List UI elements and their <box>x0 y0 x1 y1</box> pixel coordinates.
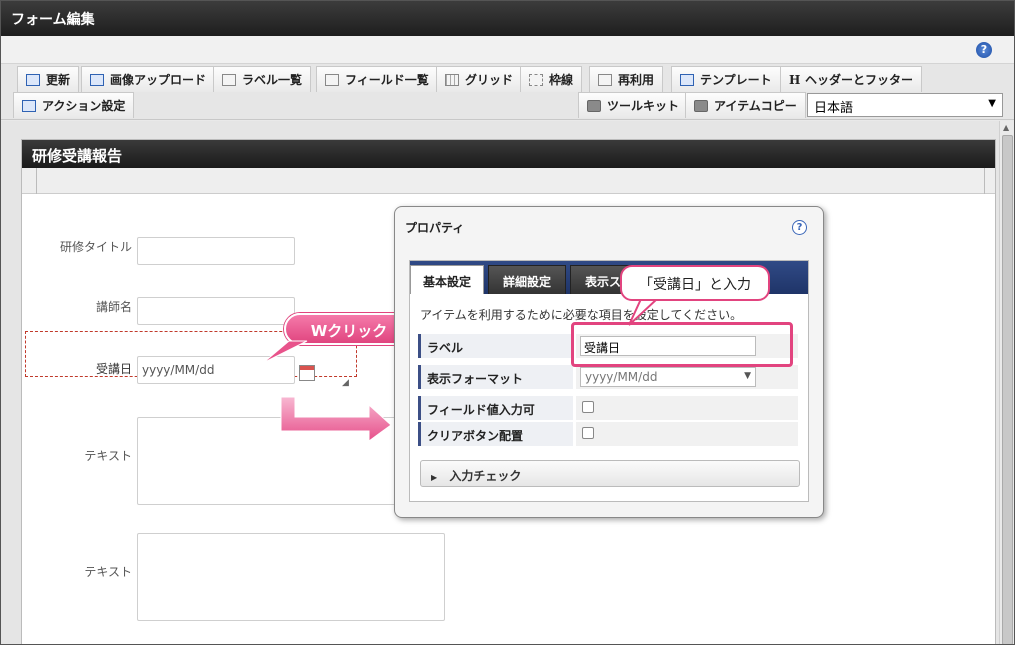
language-select[interactable]: 日本語 ▼ <box>807 93 1003 117</box>
field-list-icon <box>325 73 339 86</box>
toolkit-label: ツールキット <box>607 99 680 113</box>
format-row-value: yyyy/MM/dd ▼ <box>576 365 798 389</box>
chevron-right-icon: ▶ <box>431 473 438 482</box>
label-list-label: ラベル一覧 <box>242 73 303 87</box>
properties-description: アイテムを利用するために必要な項目を設定してください。 <box>420 308 743 322</box>
format-value: yyyy/MM/dd <box>585 370 658 384</box>
tab-advanced-settings[interactable]: 詳細設定 <box>488 265 566 294</box>
border-icon <box>529 73 543 86</box>
language-value: 日本語 <box>814 101 854 116</box>
form-editor-window: フォーム編集 ? 更新 画像アップロード ラベル一覧 フィールド一覧 グリッド … <box>0 0 1015 645</box>
subbar-divider <box>36 168 37 194</box>
form-title: 研修受講報告 <box>22 140 995 168</box>
update-label: 更新 <box>46 73 71 87</box>
attend-date-label: 受講日 <box>95 362 132 376</box>
right-arrow-icon <box>280 396 392 442</box>
help-icon[interactable]: ? <box>976 42 992 58</box>
clear-button-checkbox[interactable] <box>582 427 594 439</box>
template-button[interactable]: テンプレート <box>671 66 781 92</box>
vertical-scrollbar[interactable]: ▲ <box>999 121 1014 644</box>
item-copy-button[interactable]: アイテムコピー <box>685 92 806 118</box>
image-upload-button[interactable]: 画像アップロード <box>81 66 216 92</box>
field-input-row: フィールド値入力可 <box>418 396 798 420</box>
properties-title: プロパティ <box>405 221 465 235</box>
label-row-label: ラベル <box>418 334 573 358</box>
callout-pointer <box>628 298 660 326</box>
instructor-input[interactable] <box>137 297 295 325</box>
tab-basic-settings[interactable]: 基本設定 <box>410 265 484 294</box>
chevron-down-icon: ▼ <box>744 371 751 381</box>
annotation-pointer <box>262 340 308 364</box>
label-list-button[interactable]: ラベル一覧 <box>213 66 312 92</box>
field-list-label: フィールド一覧 <box>345 73 429 87</box>
subbar-divider <box>984 168 985 194</box>
field-input-checkbox[interactable] <box>582 401 594 413</box>
reuse-label: 再利用 <box>618 73 655 87</box>
toolkit-button[interactable]: ツールキット <box>578 92 689 118</box>
input-check-accordion[interactable]: ▶ 入力チェック <box>420 460 800 487</box>
text-label-1: テキスト <box>84 449 132 463</box>
action-icon <box>22 99 36 112</box>
format-select[interactable]: yyyy/MM/dd ▼ <box>580 367 756 387</box>
clear-button-row: クリアボタン配置 <box>418 422 798 446</box>
instructor-label: 講師名 <box>95 300 132 314</box>
action-setting-button[interactable]: アクション設定 <box>13 92 135 118</box>
border-label: 枠線 <box>549 73 574 87</box>
header-footer-icon: H <box>789 72 801 87</box>
label-input-highlight <box>571 322 793 367</box>
help-bar: ? <box>1 36 1014 64</box>
training-title-input[interactable] <box>137 237 295 265</box>
toolkit-icon <box>587 99 601 112</box>
template-label: テンプレート <box>700 73 772 87</box>
properties-help-icon[interactable]: ? <box>792 220 807 235</box>
attend-date-placeholder: yyyy/MM/dd <box>142 363 215 377</box>
field-input-row-label: フィールド値入力可 <box>418 396 573 420</box>
input-check-label: 入力チェック <box>449 469 522 483</box>
grid-button[interactable]: グリッド <box>436 66 523 92</box>
clear-button-row-label: クリアボタン配置 <box>418 422 573 446</box>
image-upload-label: 画像アップロード <box>110 73 207 87</box>
resize-grip-icon[interactable]: ◢ <box>342 378 349 388</box>
clear-button-row-value <box>576 422 798 446</box>
image-upload-icon <box>90 73 104 86</box>
reuse-button[interactable]: 再利用 <box>589 66 664 92</box>
grid-icon <box>445 73 459 86</box>
window-title: フォーム編集 <box>1 1 1014 36</box>
form-subbar <box>22 168 995 194</box>
item-copy-label: アイテムコピー <box>714 99 797 113</box>
header-footer-button[interactable]: H ヘッダーとフッター <box>780 66 923 92</box>
field-list-button[interactable]: フィールド一覧 <box>316 66 438 92</box>
format-row-label: 表示フォーマット <box>418 365 573 389</box>
scroll-up-icon[interactable]: ▲ <box>1003 123 1009 132</box>
update-icon <box>26 73 40 86</box>
update-button[interactable]: 更新 <box>17 66 80 92</box>
format-row: 表示フォーマット yyyy/MM/dd ▼ <box>418 365 798 389</box>
item-copy-icon <box>694 99 708 112</box>
text-label-2: テキスト <box>84 565 132 579</box>
text-area-2[interactable] <box>137 533 445 621</box>
reuse-icon <box>598 73 612 86</box>
training-title-label: 研修タイトル <box>59 240 132 254</box>
header-footer-label: ヘッダーとフッター <box>805 73 914 87</box>
action-setting-label: アクション設定 <box>42 99 126 113</box>
scroll-thumb[interactable] <box>1002 135 1013 644</box>
field-input-row-value <box>576 396 798 420</box>
enter-hint-callout: 「受講日」と入力 <box>620 265 770 301</box>
template-icon <box>680 73 694 86</box>
border-button[interactable]: 枠線 <box>520 66 583 92</box>
label-list-icon <box>222 73 236 86</box>
chevron-down-icon: ▼ <box>988 98 996 109</box>
grid-label: グリッド <box>465 73 514 87</box>
